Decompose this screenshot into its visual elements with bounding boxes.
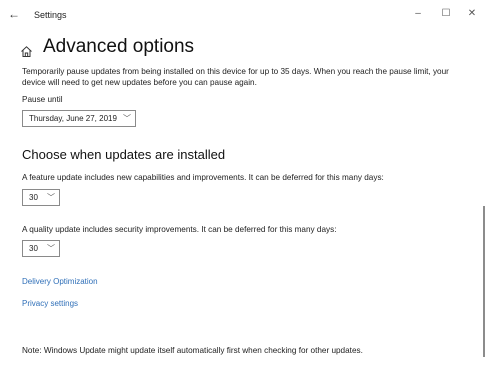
maximize-button[interactable]: ☐ xyxy=(436,6,456,22)
home-icon xyxy=(21,46,32,57)
page-title: Advanced options xyxy=(43,36,195,57)
pause-description: Temporarily pause updates from being ins… xyxy=(22,67,449,87)
close-button[interactable]: ✕ xyxy=(462,6,482,22)
minimize-button[interactable]: – xyxy=(408,6,428,22)
title-bar: ← Settings – ☐ ✕ xyxy=(0,0,489,30)
back-arrow-icon[interactable]: ← xyxy=(8,7,20,21)
pause-date-value: Thursday, June 27, 2019 xyxy=(29,114,117,123)
window-title: Settings xyxy=(34,10,67,20)
scrollbar-thumb[interactable] xyxy=(483,206,485,357)
chevron-down-icon: ﹀ xyxy=(123,114,131,123)
feature-update-label: A feature update includes new capabiliti… xyxy=(22,173,384,182)
privacy-settings-link[interactable]: Privacy settings xyxy=(22,299,78,308)
quality-defer-dropdown[interactable]: 30 ﹀ xyxy=(22,240,60,257)
update-note: Note: Windows Update might update itself… xyxy=(22,346,363,355)
quality-defer-value: 30 xyxy=(29,244,38,253)
feature-defer-value: 30 xyxy=(29,193,38,202)
chevron-down-icon: ﹀ xyxy=(47,193,55,202)
section-title-updates: Choose when updates are installed xyxy=(22,147,226,162)
pause-until-label: Pause until xyxy=(22,95,63,104)
delivery-optimization-link[interactable]: Delivery Optimization xyxy=(22,277,98,286)
feature-defer-dropdown[interactable]: 30 ﹀ xyxy=(22,189,60,206)
pause-date-dropdown[interactable]: Thursday, June 27, 2019 ﹀ xyxy=(22,110,136,127)
chevron-down-icon: ﹀ xyxy=(47,244,55,253)
quality-update-label: A quality update includes security impro… xyxy=(22,225,337,234)
